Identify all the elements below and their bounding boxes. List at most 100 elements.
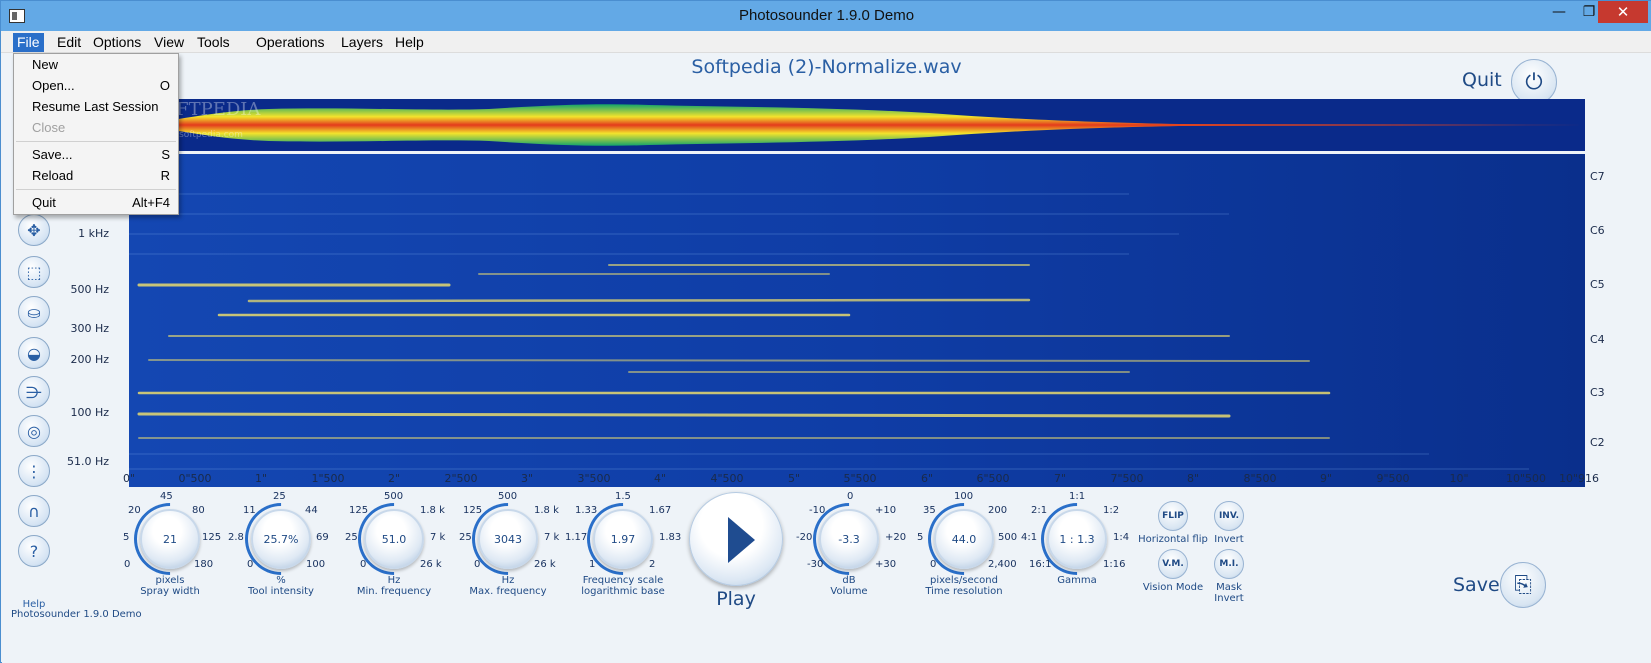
knob-name: Spray width bbox=[140, 586, 200, 597]
time-label: 4"500 bbox=[710, 472, 744, 485]
status-text: Photosounder 1.9.0 Demo bbox=[11, 609, 142, 620]
max-frequency-knob[interactable]: 3043 bbox=[478, 509, 538, 569]
scale-label: 500 bbox=[998, 532, 1018, 543]
menu-view[interactable]: View bbox=[150, 33, 188, 52]
max-frequency-knob-group: 3043 0 25 125 500 1.8 k 7 k 26 k Hz Max.… bbox=[450, 488, 570, 609]
scale-label: 20 bbox=[128, 505, 141, 516]
time-label: 6" bbox=[920, 472, 934, 485]
knob-name: Tool intensity bbox=[248, 586, 314, 597]
menu-item-save[interactable]: Save... S bbox=[14, 145, 178, 165]
dots-icon[interactable]: ⋮ bbox=[18, 455, 50, 487]
save-label: Save bbox=[1453, 574, 1500, 596]
menu-bar: File Edit Options View Tools Operations … bbox=[1, 31, 1651, 53]
scale-label: 4:1 bbox=[1021, 532, 1038, 543]
note-label-c4: C4 bbox=[1590, 333, 1605, 346]
scale-min: 1 bbox=[589, 559, 596, 570]
scale-min: 0 bbox=[930, 559, 937, 570]
menu-item-resume-last-session[interactable]: Resume Last Session bbox=[14, 97, 178, 117]
scale-label: 1.8 k bbox=[420, 505, 445, 516]
scale-label: 1:4 bbox=[1113, 532, 1130, 543]
waveform-view[interactable]: SOFTPEDIA www.softpedia.com bbox=[129, 99, 1585, 151]
window-title: Photosounder 1.9.0 Demo bbox=[738, 7, 915, 24]
knob-name: Min. frequency bbox=[356, 586, 432, 597]
mask-invert-button[interactable]: M.I. bbox=[1214, 549, 1244, 579]
time-resolution-knob[interactable]: 44.0 bbox=[934, 509, 994, 569]
bucket-icon[interactable]: ⛀ bbox=[18, 296, 50, 328]
scale-max: 26 k bbox=[534, 559, 556, 570]
scale-label: 7 k bbox=[544, 532, 560, 543]
help-icon[interactable]: ? bbox=[18, 535, 50, 567]
scale-label: 44 bbox=[305, 505, 318, 516]
menu-file[interactable]: File bbox=[13, 33, 44, 52]
menu-item-quit[interactable]: Quit Alt+F4 bbox=[14, 193, 178, 213]
scale-label: 2.8 bbox=[228, 532, 244, 543]
knob-unit: dB bbox=[842, 575, 856, 586]
magnet-icon[interactable]: ∩ bbox=[18, 495, 50, 527]
menu-item-open[interactable]: Open... O bbox=[14, 76, 178, 96]
invert-button[interactable]: INV. bbox=[1214, 501, 1244, 531]
scale-label: 1:2 bbox=[1103, 505, 1120, 516]
note-label-c2: C2 bbox=[1590, 436, 1605, 449]
menu-tools[interactable]: Tools bbox=[193, 33, 234, 52]
tool-intensity-knob[interactable]: 25.7% bbox=[251, 509, 311, 569]
knob-unit: Gamma bbox=[1057, 575, 1097, 586]
spectrogram-graphic bbox=[129, 154, 1585, 487]
time-label: 10"500 bbox=[1505, 472, 1547, 485]
scale-label: 25 bbox=[345, 532, 358, 543]
note-label-c6: C6 bbox=[1590, 224, 1605, 237]
time-label: 0" bbox=[122, 472, 136, 485]
spectrogram-view[interactable] bbox=[129, 154, 1585, 487]
knob-name: Volume bbox=[830, 586, 868, 597]
menu-options[interactable]: Options bbox=[89, 33, 145, 52]
gamma-knob[interactable]: 1 : 1.3 bbox=[1047, 509, 1107, 569]
scale-max: 2,400 bbox=[988, 559, 1017, 570]
scale-label: 7 k bbox=[430, 532, 446, 543]
close-button[interactable]: ✕ bbox=[1598, 1, 1648, 23]
menu-item-label: New bbox=[32, 57, 59, 72]
time-label: 3"500 bbox=[577, 472, 611, 485]
scale-label: 1.83 bbox=[659, 532, 682, 543]
menu-item-new[interactable]: New bbox=[14, 55, 178, 75]
menu-edit[interactable]: Edit bbox=[53, 33, 85, 52]
scale-label: 25 bbox=[459, 532, 472, 543]
play-button[interactable] bbox=[689, 492, 783, 586]
spray-icon[interactable]: ⋺ bbox=[18, 376, 50, 408]
scale-label: 69 bbox=[316, 532, 329, 543]
gamepad-icon[interactable]: ◎ bbox=[18, 415, 50, 447]
time-label: 2"500 bbox=[444, 472, 478, 485]
menu-help[interactable]: Help bbox=[391, 33, 428, 52]
note-label-c7: C7 bbox=[1590, 170, 1605, 183]
move-icon[interactable]: ✥ bbox=[18, 214, 50, 246]
freq-label-300: 300 Hz bbox=[70, 322, 109, 335]
scale-label: 11 bbox=[243, 505, 256, 516]
menu-operations[interactable]: Operations bbox=[252, 33, 328, 52]
time-label: 2" bbox=[387, 472, 401, 485]
menu-item-reload[interactable]: Reload R bbox=[14, 166, 178, 186]
scale-label: 500 bbox=[498, 491, 518, 502]
freq-label-100: 100 Hz bbox=[70, 406, 109, 419]
select-rect-icon[interactable]: ⬚ bbox=[18, 256, 50, 288]
pot-icon[interactable]: ◒ bbox=[18, 337, 50, 369]
flip-button[interactable]: FLIP bbox=[1158, 501, 1188, 531]
min-frequency-knob[interactable]: 51.0 bbox=[364, 509, 424, 569]
vision-mode-button[interactable]: V.M. bbox=[1158, 549, 1188, 579]
spray-width-knob[interactable]: 21 bbox=[140, 509, 200, 569]
scale-label: -20 bbox=[796, 532, 813, 543]
time-label: 8" bbox=[1186, 472, 1200, 485]
menu-layers[interactable]: Layers bbox=[337, 33, 387, 52]
scale-label: 500 bbox=[384, 491, 404, 502]
volume-knob[interactable]: -3.3 bbox=[819, 509, 879, 569]
save-icon[interactable]: ⎘ bbox=[1500, 562, 1546, 608]
scale-label: 45 bbox=[160, 491, 173, 502]
menu-item-label: Reload bbox=[32, 168, 74, 183]
tool-intensity-knob-group: 25.7% 0 2.8 11 25 44 69 100 % Tool inten… bbox=[223, 488, 343, 609]
frequency-scale-knob[interactable]: 1.97 bbox=[593, 509, 653, 569]
scale-label: 1.8 k bbox=[534, 505, 559, 516]
play-icon bbox=[728, 517, 755, 563]
scale-label: 25 bbox=[273, 491, 286, 502]
scale-min: -30 bbox=[807, 559, 824, 570]
scale-max: +30 bbox=[875, 559, 897, 570]
time-label: 10" bbox=[1449, 472, 1469, 485]
quit-label: Quit bbox=[1462, 69, 1502, 91]
mask-invert-caption: Mask Invert bbox=[1214, 582, 1244, 604]
